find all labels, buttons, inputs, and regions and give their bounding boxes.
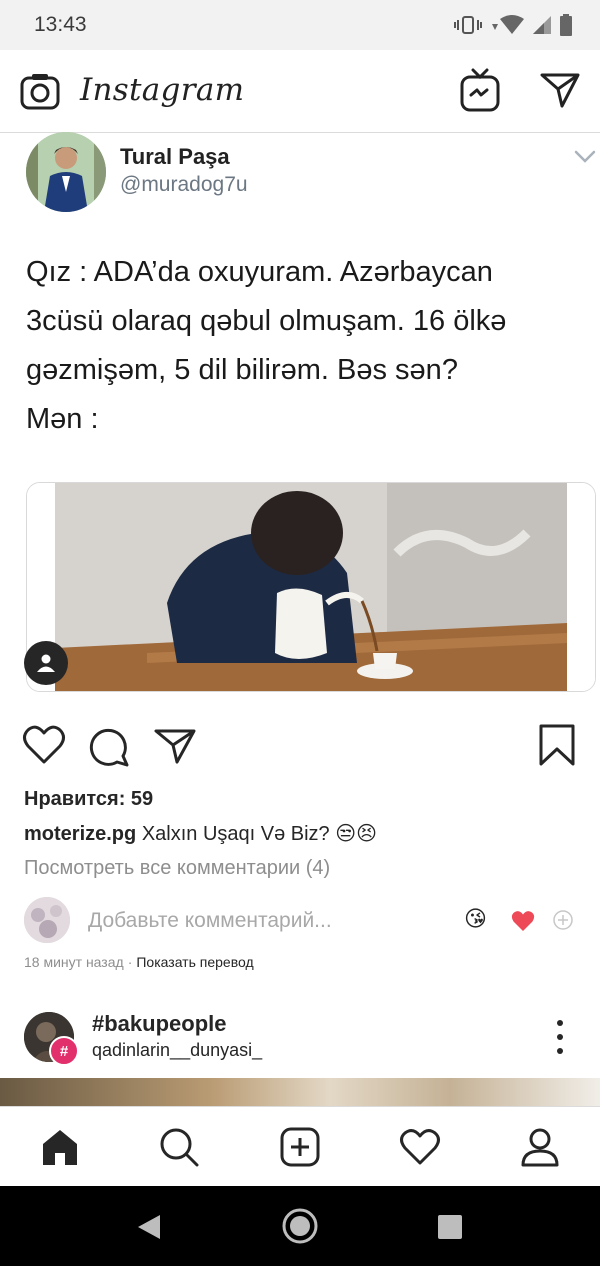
- activity-heart-icon: [400, 1129, 440, 1165]
- nav-profile[interactable]: [518, 1125, 562, 1169]
- post-timestamp-row: 18 минут назад · Показать перевод: [24, 954, 254, 970]
- nav-new-post[interactable]: [278, 1125, 322, 1169]
- status-bar: 13:43: [0, 0, 600, 50]
- post-actions: [0, 724, 600, 772]
- quick-reaction-heart-icon[interactable]: [511, 910, 535, 932]
- tweet-author-handle: @muradog7u: [120, 173, 248, 196]
- status-time: 13:43: [34, 13, 87, 36]
- tweet-text: Qız : ADA’da oxuyuram. Azərbaycan 3cüsü …: [26, 248, 576, 444]
- recents-icon[interactable]: [437, 1214, 463, 1240]
- signal-icon: [533, 16, 551, 34]
- caption-username[interactable]: moterize.pg: [24, 823, 136, 845]
- system-navigation-bar: [0, 1186, 600, 1266]
- tagged-users-button[interactable]: [24, 641, 68, 685]
- next-post-username[interactable]: qadinlarin__dunyasi_: [92, 1040, 262, 1061]
- battery-icon: [560, 14, 572, 36]
- add-reaction-icon[interactable]: [553, 910, 573, 930]
- igtv-icon[interactable]: [460, 68, 500, 112]
- nav-activity[interactable]: [398, 1125, 442, 1169]
- home-circle-icon[interactable]: [281, 1207, 319, 1245]
- tweet-line: Mən :: [26, 403, 99, 435]
- instagram-logo: Instagram: [80, 72, 245, 108]
- post-caption: moterize.pg Xalxın Uşaqı Və Biz? 😒😣: [24, 821, 377, 846]
- current-user-avatar: [24, 897, 70, 943]
- post-timestamp: 18 минут назад: [24, 954, 124, 970]
- tweet-photo: [26, 482, 596, 692]
- status-icons: [454, 14, 572, 36]
- view-all-comments-link[interactable]: Посмотреть все комментарии (4): [24, 857, 330, 880]
- tweet-line: Qız : ADA’da oxuyuram. Azərbaycan: [26, 256, 493, 288]
- new-post-icon: [280, 1127, 320, 1167]
- app-header: Instagram: [0, 50, 600, 133]
- tweet-author-name: Tural Paşa: [120, 144, 230, 169]
- vibrate-icon: [454, 16, 482, 34]
- likes-count[interactable]: Нравится: 59: [24, 788, 153, 811]
- back-icon[interactable]: [136, 1213, 162, 1241]
- camera-icon[interactable]: [20, 72, 60, 110]
- like-heart-icon[interactable]: [22, 724, 66, 766]
- search-icon: [160, 1128, 199, 1167]
- quick-reaction-kiss[interactable]: 😘: [464, 906, 487, 932]
- direct-message-icon[interactable]: [540, 72, 580, 108]
- hashtag-badge: #: [49, 1036, 79, 1066]
- profile-icon: [521, 1128, 559, 1167]
- caption-text: Xalxın Uşaqı Və Biz? 😒😣: [141, 823, 377, 845]
- show-translation-link[interactable]: Показать перевод: [136, 954, 253, 970]
- bottom-navigation: [0, 1106, 600, 1187]
- next-post-image[interactable]: [0, 1078, 600, 1106]
- home-icon: [43, 1130, 77, 1165]
- tweet-line: gəzmişəm, 5 dil bilirəm. Bəs sən?: [26, 354, 458, 386]
- wifi-icon: [492, 15, 524, 34]
- comment-icon[interactable]: [88, 726, 130, 768]
- next-post-hashtag[interactable]: #bakupeople: [92, 1011, 226, 1037]
- nav-home[interactable]: [38, 1125, 82, 1169]
- more-options-icon[interactable]: [552, 1020, 568, 1054]
- person-icon: [37, 654, 55, 672]
- bookmark-icon[interactable]: [538, 724, 576, 766]
- chevron-down-icon: [574, 150, 596, 163]
- tweet-author-avatar: [26, 132, 106, 212]
- nav-search[interactable]: [157, 1125, 201, 1169]
- tweet-line: 3cüsü olaraq qəbul olmuşam. 16 ölkə: [26, 305, 507, 337]
- share-icon[interactable]: [154, 728, 196, 764]
- add-comment-input[interactable]: Добавьте комментарий...: [88, 909, 332, 933]
